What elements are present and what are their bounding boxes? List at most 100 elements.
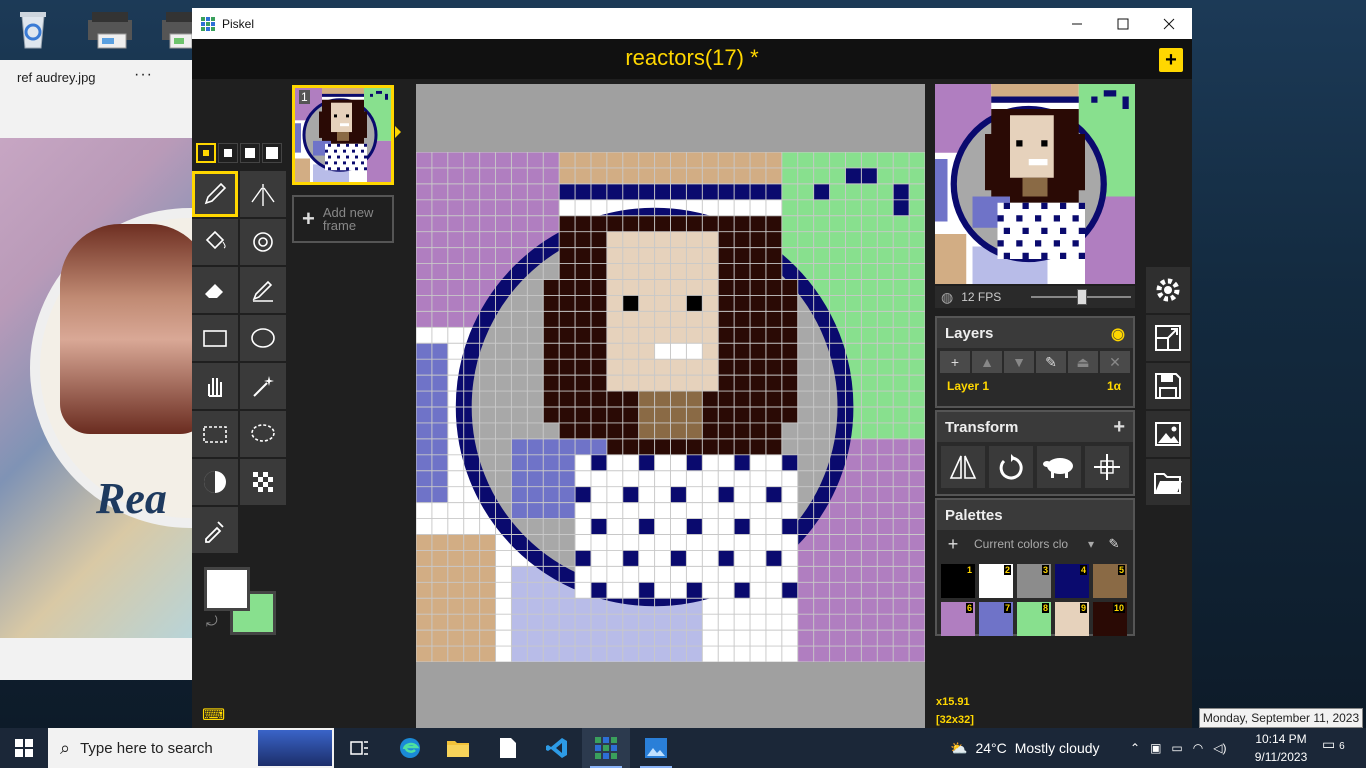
rotate-button[interactable] <box>989 446 1033 488</box>
frame-thumbnail[interactable]: 1 <box>292 85 394 185</box>
color-picker-tool[interactable] <box>192 507 238 553</box>
pen-size-3[interactable] <box>240 143 260 163</box>
chevron-up-icon[interactable]: ⌃ <box>1130 741 1140 755</box>
dithering-tool[interactable] <box>240 459 286 505</box>
recycle-bin-icon[interactable] <box>10 6 66 56</box>
add-frame-button[interactable]: + Add new frame <box>292 195 394 243</box>
delete-layer-button[interactable]: ✕ <box>1100 351 1130 373</box>
stroke-tool[interactable] <box>240 267 286 313</box>
export-button[interactable] <box>1146 411 1190 457</box>
palette-swatch[interactable]: 2 <box>979 564 1013 598</box>
tools-panel: ⤾ ⌨ <box>192 79 288 730</box>
photos-button[interactable] <box>632 728 680 768</box>
onion-skin-icon[interactable]: ◍ <box>941 289 953 306</box>
lasso-icon <box>251 424 275 442</box>
minimize-button[interactable] <box>1054 8 1100 39</box>
pen-size-1[interactable] <box>196 143 216 163</box>
swatch-number: 1 <box>965 565 973 575</box>
move-layer-down-button[interactable]: ▼ <box>1004 351 1034 373</box>
scanner-icon[interactable] <box>84 6 140 56</box>
palette-swatch[interactable]: 10 <box>1093 602 1127 636</box>
flip-button[interactable] <box>941 446 985 488</box>
rectangle-selection-tool[interactable] <box>192 411 238 457</box>
volume-icon[interactable]: ◁) <box>1213 741 1226 755</box>
palette-select[interactable]: Current colors clo ▾ <box>970 533 1098 555</box>
piskel-taskbar-button[interactable] <box>582 728 630 768</box>
clone-button[interactable] <box>1037 446 1081 488</box>
circle-icon <box>251 328 275 348</box>
document-title[interactable]: reactors(17) * <box>192 45 1192 71</box>
app-header: reactors(17) * + <box>192 39 1192 79</box>
folder-icon <box>1154 473 1182 494</box>
lighten-tool[interactable] <box>192 459 238 505</box>
battery-icon[interactable]: ▭ <box>1171 741 1182 755</box>
start-button[interactable] <box>0 728 48 768</box>
save-button[interactable] <box>1146 363 1190 409</box>
wifi-icon[interactable]: ◠ <box>1193 741 1203 755</box>
import-button[interactable] <box>1146 459 1190 505</box>
add-frame-label: Add new frame <box>322 205 374 233</box>
add-layer-button[interactable]: + <box>940 351 970 373</box>
weather-widget[interactable]: ⛅ 24°C Mostly cloudy <box>950 728 1100 768</box>
layer-item[interactable]: Layer 1 1α <box>937 376 1133 393</box>
fps-slider-handle[interactable] <box>1077 289 1087 305</box>
pen-tool[interactable] <box>192 171 238 217</box>
palette-swatch[interactable]: 5 <box>1093 564 1127 598</box>
palette-swatch[interactable]: 7 <box>979 602 1013 636</box>
transform-title: Transform + <box>937 412 1133 442</box>
rename-layer-button[interactable]: ✎ <box>1036 351 1066 373</box>
palette-swatch[interactable]: 4 <box>1055 564 1089 598</box>
vscode-button[interactable] <box>533 728 581 768</box>
edge-button[interactable] <box>386 728 434 768</box>
notifications-button[interactable]: ▭ 6 <box>1322 736 1345 753</box>
new-piskel-button[interactable]: + <box>1159 48 1183 72</box>
checker-icon <box>253 472 273 492</box>
weather-description: Mostly cloudy <box>1014 740 1100 756</box>
paint-bucket-tool[interactable] <box>192 219 238 265</box>
clock[interactable]: 10:14 PM 9/11/2023 <box>1250 730 1312 766</box>
palette-select-value: Current colors clo <box>974 537 1069 551</box>
palette-swatches: 1 2 3 4 5 6 7 8 9 10 <box>937 558 1133 642</box>
palette-swatch[interactable]: 9 <box>1055 602 1089 636</box>
pixel-canvas[interactable] <box>416 152 925 662</box>
settings-button[interactable] <box>1146 267 1190 313</box>
close-button[interactable] <box>1146 8 1192 39</box>
task-view-button[interactable] <box>336 728 384 768</box>
add-palette-button[interactable]: + <box>940 533 966 555</box>
palette-swatch[interactable]: 3 <box>1017 564 1051 598</box>
document-icon <box>500 738 516 758</box>
plus-icon[interactable]: + <box>1113 416 1125 439</box>
palette-swatch[interactable]: 6 <box>941 602 975 636</box>
resize-button[interactable] <box>1146 315 1190 361</box>
layer-opacity[interactable]: 1α <box>1107 379 1121 393</box>
webcam-icon[interactable]: ▣ <box>1150 741 1161 755</box>
animation-preview <box>935 84 1135 284</box>
edit-palette-button[interactable]: ✎ <box>1102 533 1126 555</box>
drawing-canvas-area[interactable] <box>416 84 925 728</box>
primary-color-swatch[interactable] <box>204 567 250 611</box>
move-tool[interactable] <box>192 363 238 409</box>
eraser-tool[interactable] <box>192 267 238 313</box>
vertical-mirror-pen-tool[interactable] <box>240 171 286 217</box>
rectangle-tool[interactable] <box>192 315 238 361</box>
notepad-button[interactable] <box>484 728 532 768</box>
keyboard-shortcuts-icon[interactable]: ⌨ <box>202 705 225 725</box>
canvas-size: [32x32] <box>936 714 974 726</box>
move-layer-up-button[interactable]: ▲ <box>972 351 1002 373</box>
paint-all-same-color-tool[interactable] <box>240 219 286 265</box>
palette-swatch[interactable]: 8 <box>1017 602 1051 636</box>
taskbar: ⌕ Type here to search ⛅ 24°C Mostly clou… <box>0 728 1366 768</box>
pen-size-4[interactable] <box>262 143 282 163</box>
eye-icon[interactable]: ◉ <box>1111 324 1125 344</box>
more-options-button[interactable]: ··· <box>134 66 153 84</box>
circle-tool[interactable] <box>240 315 286 361</box>
lasso-selection-tool[interactable] <box>240 411 286 457</box>
swap-colors-icon[interactable]: ⤾ <box>206 613 218 630</box>
shape-selection-tool[interactable] <box>240 363 286 409</box>
maximize-button[interactable] <box>1100 8 1146 39</box>
palette-swatch[interactable]: 1 <box>941 564 975 598</box>
center-button[interactable] <box>1085 446 1129 488</box>
file-explorer-button[interactable] <box>434 728 482 768</box>
merge-layer-button[interactable]: ⏏ <box>1068 351 1098 373</box>
pen-size-2[interactable] <box>218 143 238 163</box>
